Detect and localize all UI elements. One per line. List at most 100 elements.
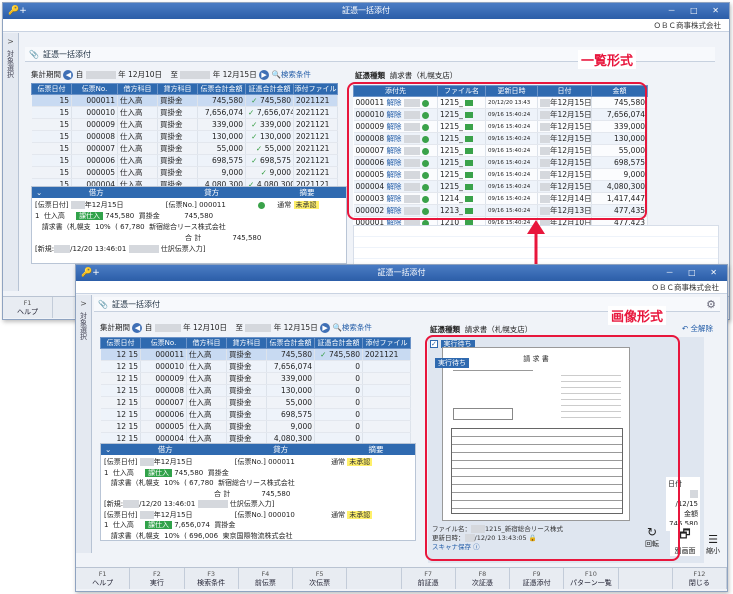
cell-file: 2021121 [293, 166, 338, 179]
ok-status-icon [258, 201, 266, 209]
cell-amount: 9,000 [197, 166, 246, 179]
table-row[interactable]: 12 15 000009 仕入高 買掛金 339,000 0 [100, 372, 411, 385]
cell-credit: 買掛金 [157, 142, 198, 155]
cell-day: 15 [31, 166, 72, 179]
table-row[interactable]: 12 15 000007 仕入高 買掛金 55,000 0 [100, 396, 411, 409]
detail-header: ⌄ 借方 貸方 摘要 [32, 187, 346, 198]
fkey-f8-button[interactable]: F8 次証憑 [456, 568, 510, 589]
cell-debit: 仕入高 [186, 384, 227, 397]
cell-day: 12 15 [100, 396, 141, 409]
table-row[interactable]: 12 15 000008 仕入高 買掛金 130,000 0 [100, 384, 411, 397]
voucher-table-header: 伝票日付 伝票No. 借方科目 貸方科目 伝票合計金額 証憑合計金額 添付ファイル [31, 83, 338, 95]
cell-file: 2021121 [362, 348, 411, 361]
cell-amount: 7,656,074 [197, 106, 246, 119]
collapse-arrow-icon[interactable]: > [76, 299, 91, 308]
cell-file: 2021121 [293, 154, 338, 167]
cell-file [362, 384, 411, 397]
table-row[interactable]: 12 15 000010 仕入高 買掛金 7,656,074 0 [100, 360, 411, 373]
table-row[interactable]: 12 15 000005 仕入高 買掛金 9,000 0 [100, 420, 411, 433]
fkey-f10-button[interactable]: F10 パターン一覧 [564, 568, 619, 589]
key-icon: 🔑+ [8, 6, 27, 16]
fkey-f2-button[interactable]: F2 実行 [130, 568, 185, 589]
unapproved-badge: 未承認 [293, 201, 319, 209]
shrink-button[interactable]: ☰ 縮小 [703, 533, 723, 556]
check-icon: ✓ [255, 144, 265, 153]
fkey-f1-button[interactable]: F1 ヘルプ [76, 568, 131, 589]
prev-period-button[interactable]: ◀ [132, 323, 143, 333]
window-controls[interactable]: － □ ✕ [668, 3, 725, 19]
table-row[interactable]: 12 15 000011 仕入高 買掛金 745,580 ✓ 745,580 2021121 [100, 348, 411, 361]
release-all-button[interactable]: ↶ 全解除 [682, 323, 713, 334]
fkey-f7-button[interactable]: F7 前証憑 [402, 568, 456, 589]
chevron-down-icon[interactable]: ⌄ [36, 188, 42, 197]
side-tab-target-2[interactable]: > 対象選択 [76, 295, 92, 553]
cell-evidence: 0 [314, 408, 363, 421]
side-tab-target[interactable]: > 対象選択 [3, 33, 19, 291]
cell-evidence: ✓ 745,580 [245, 94, 294, 107]
table-row[interactable]: 15 000009 仕入高 買掛金 339,000 ✓ 339,000 2021121 [31, 118, 338, 131]
cell-debit: 仕入高 [117, 142, 158, 155]
cell-evidence: ✓ 698,575 [245, 154, 294, 167]
detail-panel: ⌄ 借方 貸方 摘要 [伝票日付] 年12月15日 [伝票No.] 000011… [31, 186, 347, 264]
cell-debit: 仕入高 [117, 106, 158, 119]
cell-amount: 698,575 [266, 408, 315, 421]
cell-credit: 買掛金 [157, 94, 198, 107]
cell-debit: 仕入高 [186, 396, 227, 409]
cell-debit: 仕入高 [186, 360, 227, 373]
list-mode-label: 一覧形式 [578, 50, 637, 69]
cell-debit: 仕入高 [186, 348, 227, 361]
image-mode-label: 画像形式 [608, 306, 667, 325]
prev-period-button[interactable]: ◀ [63, 70, 74, 80]
cell-no: 000005 [71, 166, 118, 179]
cell-no: 000011 [140, 348, 187, 361]
fkey-f12-button[interactable]: F12 閉じる [673, 568, 727, 589]
voucher-table-header-2: 伝票日付 伝票No. 借方科目 貸方科目 伝票合計金額 証憑合計金額 添付ファイル [100, 337, 411, 349]
title-bar-2: 🔑+ 証憑一括添付 － □ ✕ [76, 265, 727, 281]
cell-credit: 買掛金 [226, 384, 267, 397]
window-title: 証憑一括添付 [342, 6, 390, 15]
cell-file [362, 372, 411, 385]
fkey-f9-button[interactable]: F9 証憑添付 [510, 568, 565, 589]
window-controls[interactable]: － □ ✕ [666, 265, 723, 281]
table-row[interactable]: 15 000010 仕入高 買掛金 7,656,074 ✓ 7,656,074 202112… [31, 106, 338, 119]
table-row[interactable]: 15 000005 仕入高 買掛金 9,000 ✓ 9,000 2021121 [31, 166, 338, 179]
cell-file: 2021121 [293, 106, 338, 119]
table-row[interactable]: 12 15 000006 仕入高 買掛金 698,575 0 [100, 408, 411, 421]
cell-evidence: ✓ 130,000 [245, 130, 294, 143]
cell-no: 000007 [71, 142, 118, 155]
cell-file: 2021121 [293, 118, 338, 131]
evidence-type-row: 証憑種類 請求書（札幌支店） [355, 71, 458, 80]
cell-credit: 買掛金 [226, 396, 267, 409]
cell-no: 000006 [71, 154, 118, 167]
check-icon: ✓ [320, 350, 329, 359]
cell-evidence: ✓ 745,580 [314, 348, 363, 361]
cell-file: 2021121 [293, 94, 338, 107]
cell-credit: 買掛金 [226, 348, 267, 361]
list-mode-highlight [347, 82, 647, 220]
f1-help-button[interactable]: F1 ヘルプ [3, 297, 53, 318]
cell-credit: 買掛金 [226, 372, 267, 385]
cell-no: 000010 [71, 106, 118, 119]
collapse-arrow-icon[interactable]: > [3, 37, 18, 46]
search-condition-link[interactable]: 🔍検索条件 [271, 70, 310, 79]
table-row[interactable]: 15 000007 仕入高 買掛金 55,000 ✓ 55,000 2021121 [31, 142, 338, 155]
cell-file: 2021121 [293, 142, 338, 155]
fkey-f3-button[interactable]: F3 検索条件 [185, 568, 239, 589]
next-period-button[interactable]: ▶ [259, 70, 270, 80]
gear-icon[interactable]: ⚙ [706, 297, 716, 312]
table-row[interactable]: 15 000011 仕入高 買掛金 745,580 ✓ 745,580 2021121 [31, 94, 338, 107]
cell-amount: 745,580 [197, 94, 246, 107]
chevron-down-icon[interactable]: ⌄ [105, 445, 111, 454]
table-row[interactable]: 15 000006 仕入高 買掛金 698,575 ✓ 698,575 2021121 [31, 154, 338, 167]
cell-file [362, 420, 411, 433]
next-period-button[interactable]: ▶ [320, 323, 331, 333]
check-icon: ✓ [248, 108, 257, 117]
cell-amount: 7,656,074 [266, 360, 315, 373]
search-condition-link[interactable]: 🔍検索条件 [332, 323, 371, 332]
fkey-f4-button[interactable]: F4 前伝票 [239, 568, 293, 589]
table-row[interactable]: 15 000008 仕入高 買掛金 130,000 ✓ 130,000 2021121 [31, 130, 338, 143]
cell-evidence: 0 [314, 360, 363, 373]
fkey-f5-button[interactable]: F5 次伝票 [293, 568, 348, 589]
cell-evidence: 0 [314, 420, 363, 433]
cell-evidence: 0 [314, 396, 363, 409]
